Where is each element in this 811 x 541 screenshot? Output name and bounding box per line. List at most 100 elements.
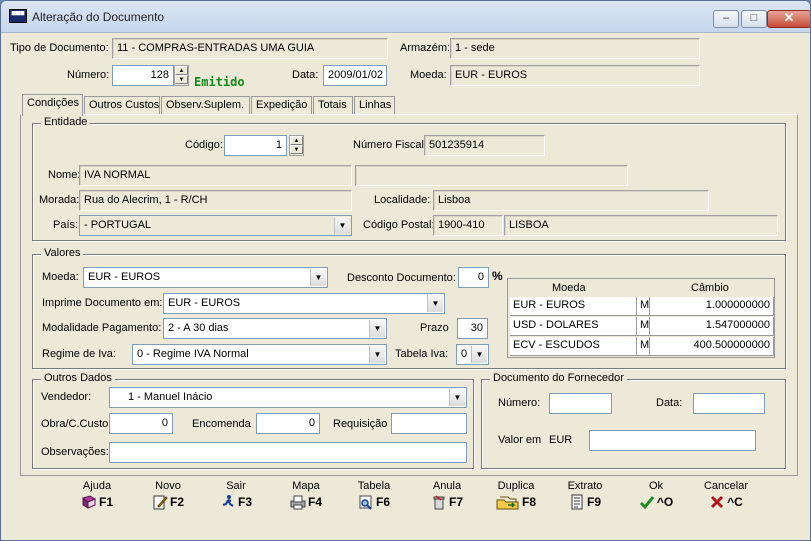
requisicao-input[interactable] <box>391 413 467 434</box>
cambio-row-value[interactable]: 1.000000000 <box>650 297 774 316</box>
spin-down-icon[interactable]: ▼ <box>290 145 303 154</box>
mapa-button[interactable]: Mapa F4 <box>271 480 341 520</box>
exit-icon <box>222 495 234 507</box>
chevron-down-icon[interactable]: ▼ <box>369 346 385 363</box>
encomenda-input[interactable]: 0 <box>256 413 320 434</box>
anula-button[interactable]: Anula F7 <box>412 480 482 520</box>
chevron-down-icon[interactable]: ▼ <box>449 389 465 406</box>
chevron-down-icon[interactable]: ▼ <box>369 320 385 337</box>
regime-select[interactable]: 0 - Regime IVA Normal ▼ <box>132 344 387 365</box>
percent-unit: % <box>492 269 503 283</box>
cambio-header-cambio: Câmbio <box>691 282 729 294</box>
novo-button[interactable]: Novo F2 <box>133 480 203 520</box>
chevron-down-icon[interactable]: ▼ <box>310 269 326 286</box>
desconto-input[interactable]: 0 <box>458 267 489 288</box>
app-icon: ■■■ <box>9 9 27 23</box>
armazem-field: 1 - sede <box>450 38 700 59</box>
tab-condicoes[interactable]: Condições <box>22 94 83 116</box>
fornecedor-numero-input[interactable] <box>549 393 612 414</box>
cambio-row-value[interactable]: 400.500000000 <box>650 337 774 356</box>
cambio-row-flag[interactable]: M <box>637 317 650 336</box>
numero-input[interactable]: 128 <box>112 65 174 86</box>
numero-label: Número: <box>67 69 110 81</box>
vendedor-select[interactable]: 1 - Manuel Inácio ▼ <box>109 387 467 408</box>
tab-observ-suplem[interactable]: Observ.Suplem. <box>161 96 250 115</box>
document-list-icon <box>571 494 583 510</box>
requisicao-label: Requisição <box>333 418 388 430</box>
anula-key: F7 <box>448 495 463 509</box>
nif-label: Número Fiscal: <box>353 139 427 151</box>
duplica-label: Duplica <box>497 480 535 492</box>
encomenda-label: Encomenda <box>192 418 251 430</box>
ok-button[interactable]: Ok ^O <box>621 480 691 520</box>
spin-down-icon[interactable]: ▼ <box>175 75 188 84</box>
sair-button[interactable]: Sair F3 <box>201 480 271 520</box>
tabela-iva-label: Tabela Iva: <box>395 348 449 360</box>
document-edit-window: ■■■ Alteração do Documento – □ ✕ Tipo de… <box>0 0 811 541</box>
moeda-select-value: EUR - EUROS <box>88 271 161 283</box>
close-button[interactable]: ✕ <box>767 10 810 28</box>
cancelar-button[interactable]: Cancelar ^C <box>691 480 761 520</box>
tab-totais[interactable]: Totais <box>313 96 353 115</box>
spin-up-icon[interactable]: ▲ <box>175 66 188 75</box>
chevron-down-icon[interactable]: ▼ <box>427 295 443 312</box>
ok-key: ^O <box>656 495 674 509</box>
ok-label: Ok <box>648 480 664 492</box>
numero-spinner[interactable]: ▲ ▼ <box>174 65 189 86</box>
spin-up-icon[interactable]: ▲ <box>290 136 303 145</box>
pais-select[interactable]: - PORTUGAL ▼ <box>79 215 352 236</box>
imprime-select[interactable]: EUR - EUROS ▼ <box>163 293 445 314</box>
anula-label: Anula <box>432 480 462 492</box>
cancelar-label: Cancelar <box>703 480 749 492</box>
tipo-documento-field: 11 - COMPRAS-ENTRADAS UMA GUIA <box>112 38 388 59</box>
data-label: Data: <box>292 69 319 81</box>
morada-label: Morada: <box>39 194 80 206</box>
codigo-spinner[interactable]: ▲ ▼ <box>289 135 304 156</box>
chevron-down-icon[interactable]: ▼ <box>471 346 487 363</box>
data-input[interactable]: 2009/01/02 <box>323 65 387 86</box>
codigo-input[interactable]: 1 <box>224 135 287 156</box>
fornecedor-data-input[interactable] <box>693 393 765 414</box>
tab-expedicao[interactable]: Expedição <box>251 96 312 115</box>
title-bar[interactable]: ■■■ Alteração do Documento – □ ✕ <box>1 1 810 33</box>
prazo-input[interactable]: 30 <box>457 318 488 339</box>
cambio-row-moeda[interactable]: EUR - EUROS <box>510 297 637 316</box>
fornecedor-data-label: Data: <box>656 397 683 409</box>
imprime-select-value: EUR - EUROS <box>168 297 241 309</box>
extrato-key: F9 <box>586 495 601 509</box>
observacoes-input[interactable] <box>109 442 467 463</box>
moeda-select[interactable]: EUR - EUROS ▼ <box>83 267 328 288</box>
outros-dados-group-title: Outros Dados <box>41 372 115 384</box>
ajuda-key: F1 <box>98 495 113 509</box>
modalidade-select[interactable]: 2 - A 30 dias ▼ <box>163 318 387 339</box>
cambio-row-moeda[interactable]: ECV - ESCUDOS <box>510 337 637 356</box>
imprime-label: Imprime Documento em: <box>42 297 163 309</box>
window-title: Alteração do Documento <box>32 10 165 24</box>
cambio-row-flag[interactable]: M <box>637 297 650 316</box>
tab-linhas[interactable]: Linhas <box>354 96 395 115</box>
valor-input[interactable] <box>589 430 756 451</box>
valores-group-title: Valores <box>41 247 84 259</box>
novo-label: Novo <box>155 480 181 492</box>
duplica-button[interactable]: Duplica F8 <box>481 480 551 520</box>
extrato-button[interactable]: Extrato F9 <box>550 480 620 520</box>
extrato-label: Extrato <box>567 480 603 492</box>
maximize-button[interactable]: □ <box>741 10 767 28</box>
cambio-row-flag[interactable]: M <box>637 337 650 356</box>
ajuda-button[interactable]: Ajuda F1 <box>62 480 132 520</box>
moeda-header-label: Moeda: <box>410 69 447 81</box>
sair-label: Sair <box>226 480 246 492</box>
chevron-down-icon[interactable]: ▼ <box>334 217 350 234</box>
tabela-iva-select[interactable]: 0 ▼ <box>456 344 489 365</box>
observacoes-label: Observações: <box>41 446 109 458</box>
check-icon <box>639 496 654 510</box>
tabela-button[interactable]: Tabela F6 <box>339 480 409 520</box>
pais-select-value: - PORTUGAL <box>84 219 152 231</box>
cambio-row-value[interactable]: 1.547000000 <box>650 317 774 336</box>
tab-outros-custos[interactable]: Outros Custos <box>84 96 160 115</box>
obra-input[interactable]: 0 <box>109 413 173 434</box>
morada-field: Rua do Alecrim, 1 - R/CH <box>79 190 352 211</box>
cambio-row-moeda[interactable]: USD - DOLARES <box>510 317 637 336</box>
minimize-button[interactable]: – <box>713 10 739 28</box>
codigo-postal-label: Código Postal: <box>363 219 435 231</box>
